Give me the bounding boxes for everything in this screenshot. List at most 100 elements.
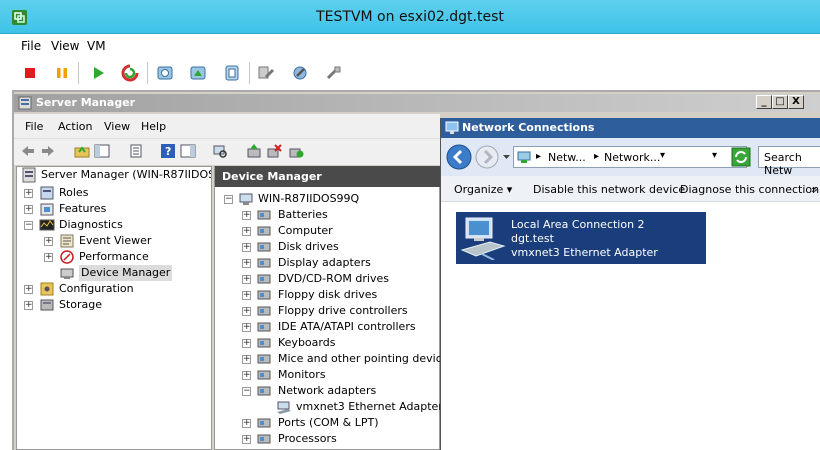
address-bar[interactable]: ▸ Netw... ▸ Network... ▾ ▾	[513, 146, 747, 168]
device-category-label: Processors	[278, 432, 337, 445]
expand-toggle[interactable]: −	[24, 221, 33, 230]
device-category-label: Floppy drive controllers	[278, 304, 408, 317]
search-input[interactable]: Search Netw	[758, 146, 820, 177]
sm-menu-file[interactable]: File	[25, 120, 43, 133]
device-category-label: DVD/CD-ROM drives	[278, 272, 389, 285]
snapshot-manager-icon[interactable]	[222, 63, 242, 83]
expand-toggle[interactable]: +	[242, 211, 251, 220]
show-hide-action-pane-icon[interactable]	[180, 143, 196, 159]
disable-device-button[interactable]: Disable this network device	[533, 183, 685, 196]
expand-toggle[interactable]: +	[242, 435, 251, 444]
back-button-icon[interactable]	[446, 144, 472, 170]
expand-toggle[interactable]: +	[44, 253, 53, 262]
expand-toggle[interactable]: +	[242, 419, 251, 428]
sm-menu-help[interactable]: Help	[141, 120, 166, 133]
forward-button-icon[interactable]	[475, 145, 499, 169]
connection-item[interactable]: Local Area Connection 2 dgt.test vmxnet3…	[456, 212, 706, 264]
menu-view[interactable]: View	[51, 39, 79, 53]
tree-item-label: Performance	[79, 250, 149, 263]
expand-toggle[interactable]: +	[24, 205, 33, 214]
expand-toggle[interactable]: +	[242, 259, 251, 268]
breadcrumb-item-2[interactable]: Network...	[604, 151, 660, 164]
expand-toggle[interactable]: −	[242, 387, 251, 396]
refresh-icon[interactable]	[731, 147, 751, 167]
search-placeholder: Search Netw	[764, 151, 802, 177]
expand-toggle[interactable]: +	[242, 275, 251, 284]
menu-vm[interactable]: VM	[87, 39, 106, 53]
properties-icon[interactable]	[128, 143, 144, 159]
expand-toggle[interactable]: −	[224, 195, 233, 204]
sm-menu-view[interactable]: View	[104, 120, 130, 133]
help-icon[interactable]: ?	[160, 143, 176, 159]
server-manager-titlebar: Server Manager _ □ X	[14, 94, 820, 112]
breadcrumb-item-1[interactable]: Netw...	[548, 151, 586, 164]
menu-file[interactable]: File	[21, 39, 41, 53]
uninstall-device-icon[interactable]	[266, 143, 282, 159]
suspend-icon[interactable]	[52, 63, 72, 83]
console-settings-icon[interactable]	[256, 63, 276, 83]
more-commands-button[interactable]: »	[811, 183, 818, 196]
expand-toggle[interactable]: +	[242, 355, 251, 364]
expand-toggle[interactable]: +	[242, 307, 251, 316]
minimize-button[interactable]: _	[756, 95, 772, 109]
tree-item-label: Event Viewer	[79, 234, 152, 247]
expand-toggle[interactable]: +	[242, 339, 251, 348]
expand-toggle[interactable]: +	[24, 285, 33, 294]
show-hide-tree-icon[interactable]	[94, 143, 110, 159]
back-icon[interactable]	[20, 143, 36, 159]
edit-settings-icon[interactable]	[290, 63, 310, 83]
expand-toggle[interactable]: +	[242, 291, 251, 300]
up-folder-icon[interactable]	[74, 143, 90, 159]
power-off-icon[interactable]	[20, 63, 40, 83]
revert-snapshot-icon[interactable]	[188, 63, 208, 83]
device-category-label: Monitors	[278, 368, 326, 381]
power-on-icon[interactable]	[88, 63, 108, 83]
snapshot-icon[interactable]	[155, 63, 175, 83]
expand-toggle[interactable]: +	[242, 227, 251, 236]
device-category-label: Network adapters	[278, 384, 377, 397]
vm-toolbar	[0, 56, 820, 90]
event-viewer-icon	[60, 234, 74, 248]
diagnose-connection-button[interactable]: Diagnose this connection	[680, 183, 819, 196]
tree-item-label: Configuration	[59, 282, 134, 295]
expand-toggle[interactable]: +	[242, 323, 251, 332]
expand-toggle[interactable]: +	[44, 237, 53, 246]
scan-hardware-icon[interactable]	[212, 143, 228, 159]
address-bar-area: ▸ Netw... ▸ Network... ▾ ▾ Search Netw	[441, 138, 820, 177]
computer-icon	[239, 193, 253, 205]
forward-icon[interactable]	[40, 143, 56, 159]
breadcrumb-separator[interactable]: ▸	[594, 151, 599, 162]
device-category-icon	[257, 370, 271, 380]
device-category-label: Disk drives	[278, 240, 339, 253]
device-category-icon	[257, 418, 271, 428]
close-button[interactable]: X	[788, 95, 804, 109]
update-driver-icon[interactable]	[246, 143, 262, 159]
sm-menu-action[interactable]: Action	[58, 120, 92, 133]
vm-menubar: File View VM	[0, 34, 820, 56]
device-category-icon	[257, 242, 271, 252]
network-connections-titlebar: Network Connections	[441, 118, 820, 138]
tree-item-label: Roles	[59, 186, 89, 199]
device-manager-icon	[60, 268, 74, 279]
computer-name: WIN-R87IIDOS99Q	[258, 192, 360, 205]
organize-button[interactable]: Organize ▾	[454, 183, 512, 196]
breadcrumb-dropdown-icon[interactable]: ▾	[660, 150, 665, 161]
vm-tools-icon[interactable]	[324, 63, 344, 83]
network-connections-icon	[445, 121, 459, 134]
expand-toggle[interactable]: +	[24, 301, 33, 310]
features-icon	[40, 203, 54, 216]
expand-toggle[interactable]: +	[242, 243, 251, 252]
breadcrumb-separator[interactable]: ▸	[536, 151, 541, 162]
enable-device-icon[interactable]	[288, 143, 304, 159]
network-adapter-icon	[460, 217, 506, 260]
device-category-label: Mice and other pointing devices	[278, 352, 440, 365]
address-history-dropdown-icon[interactable]: ▾	[712, 150, 717, 161]
expand-toggle[interactable]: +	[242, 371, 251, 380]
device-category-icon	[257, 210, 271, 220]
reset-icon[interactable]	[120, 63, 140, 83]
maximize-button[interactable]: □	[772, 95, 788, 109]
connection-name: Local Area Connection 2	[511, 218, 645, 231]
recent-pages-dropdown-icon[interactable]	[502, 153, 511, 161]
network-connections-title: Network Connections	[462, 121, 595, 134]
expand-toggle[interactable]: +	[24, 189, 33, 198]
